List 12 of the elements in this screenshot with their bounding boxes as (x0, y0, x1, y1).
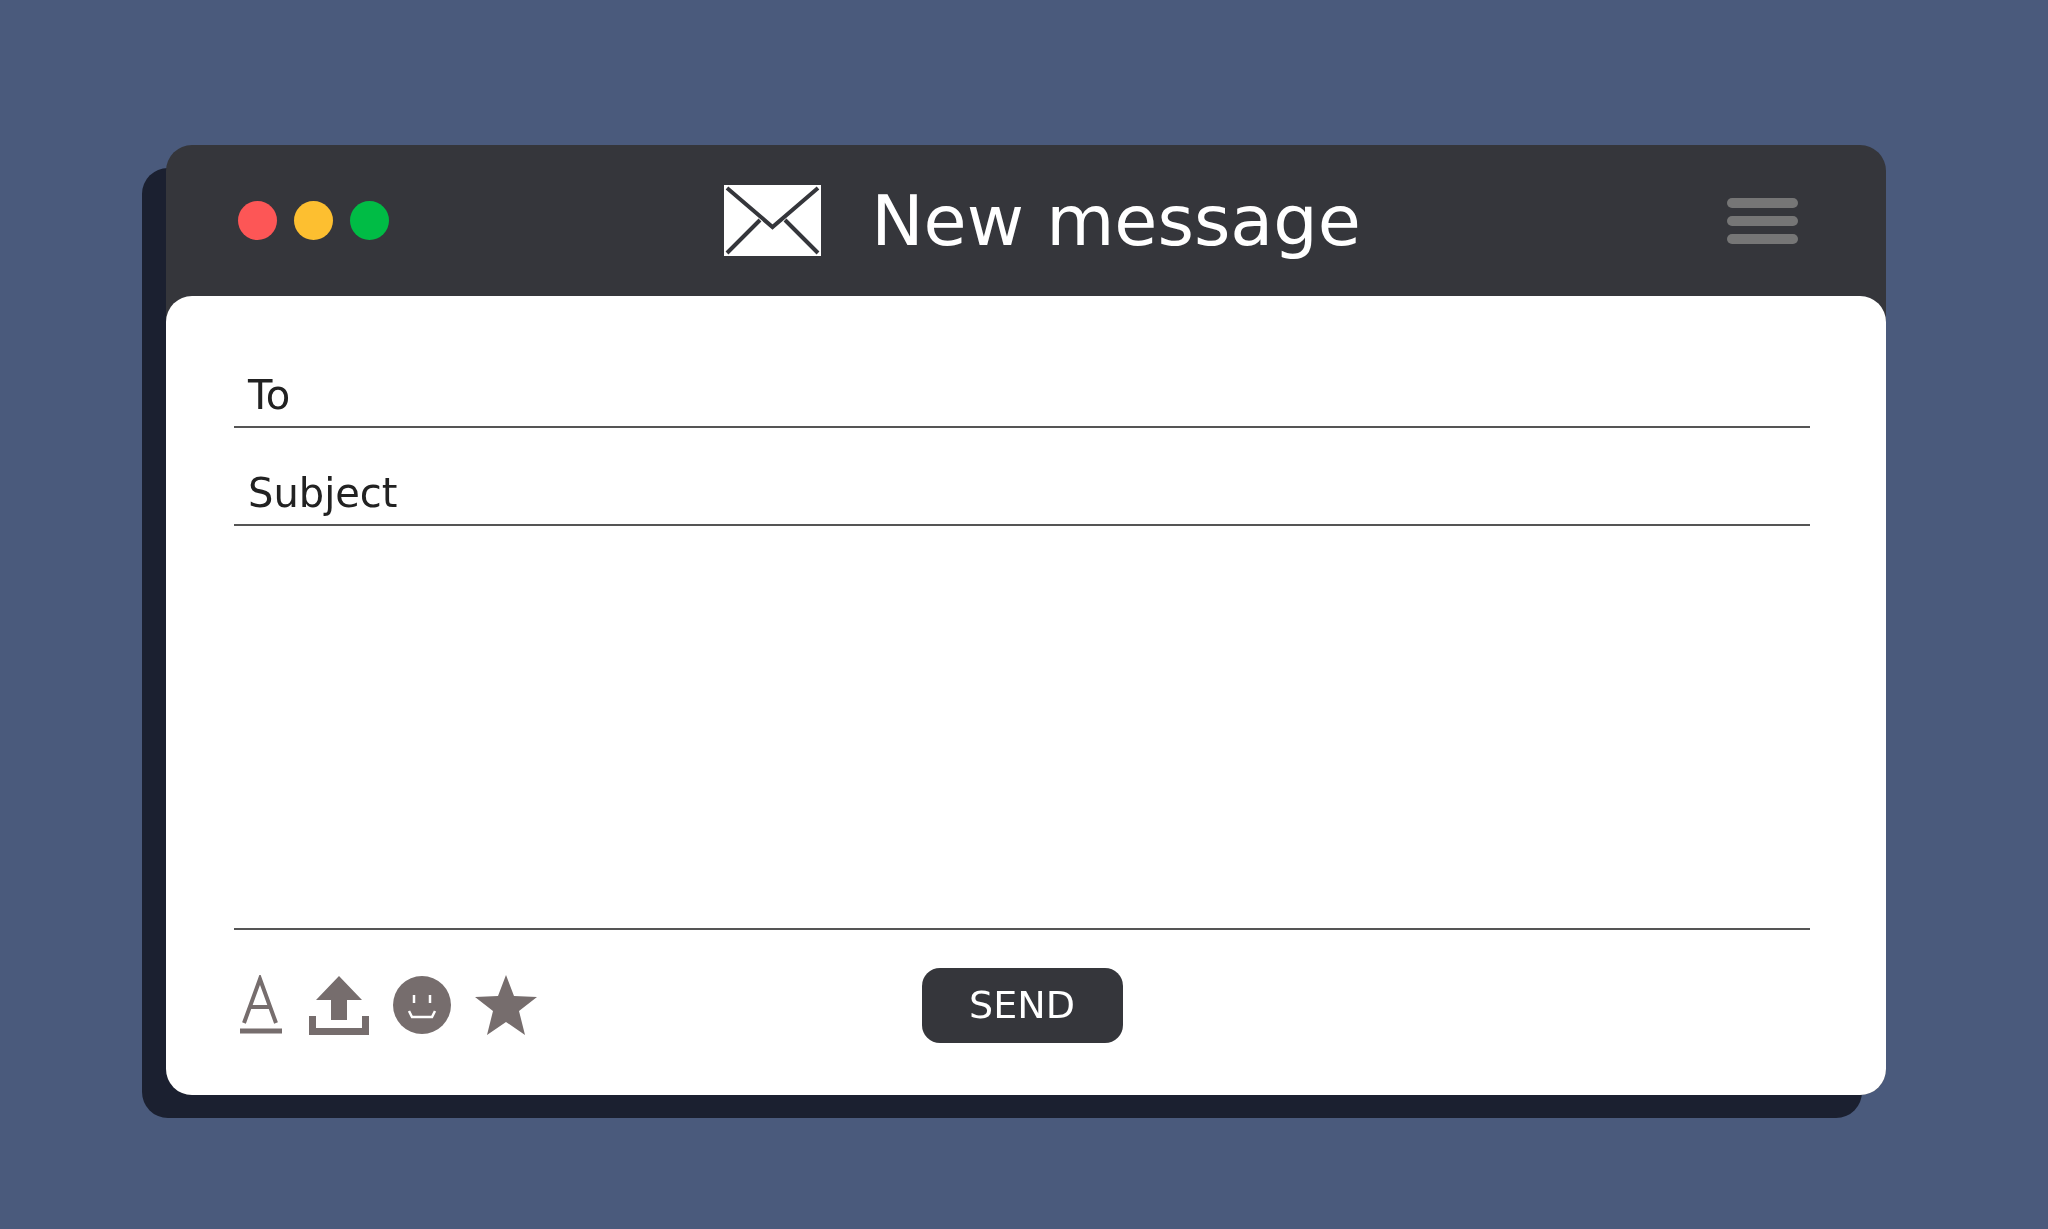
field-label: To (248, 372, 291, 418)
window-control[interactable] (294, 201, 333, 240)
menu-icon[interactable] (1727, 197, 1798, 244)
envelope-icon (724, 185, 822, 256)
star-icon[interactable] (474, 974, 538, 1036)
upload-icon[interactable] (308, 974, 370, 1036)
field-label: Subject (248, 470, 398, 516)
send-button[interactable]: SEND (921, 967, 1123, 1043)
smiley-icon[interactable] (392, 975, 452, 1035)
window-control[interactable] (350, 201, 389, 240)
window-title: New message (871, 179, 1361, 262)
window-control[interactable] (238, 201, 277, 240)
